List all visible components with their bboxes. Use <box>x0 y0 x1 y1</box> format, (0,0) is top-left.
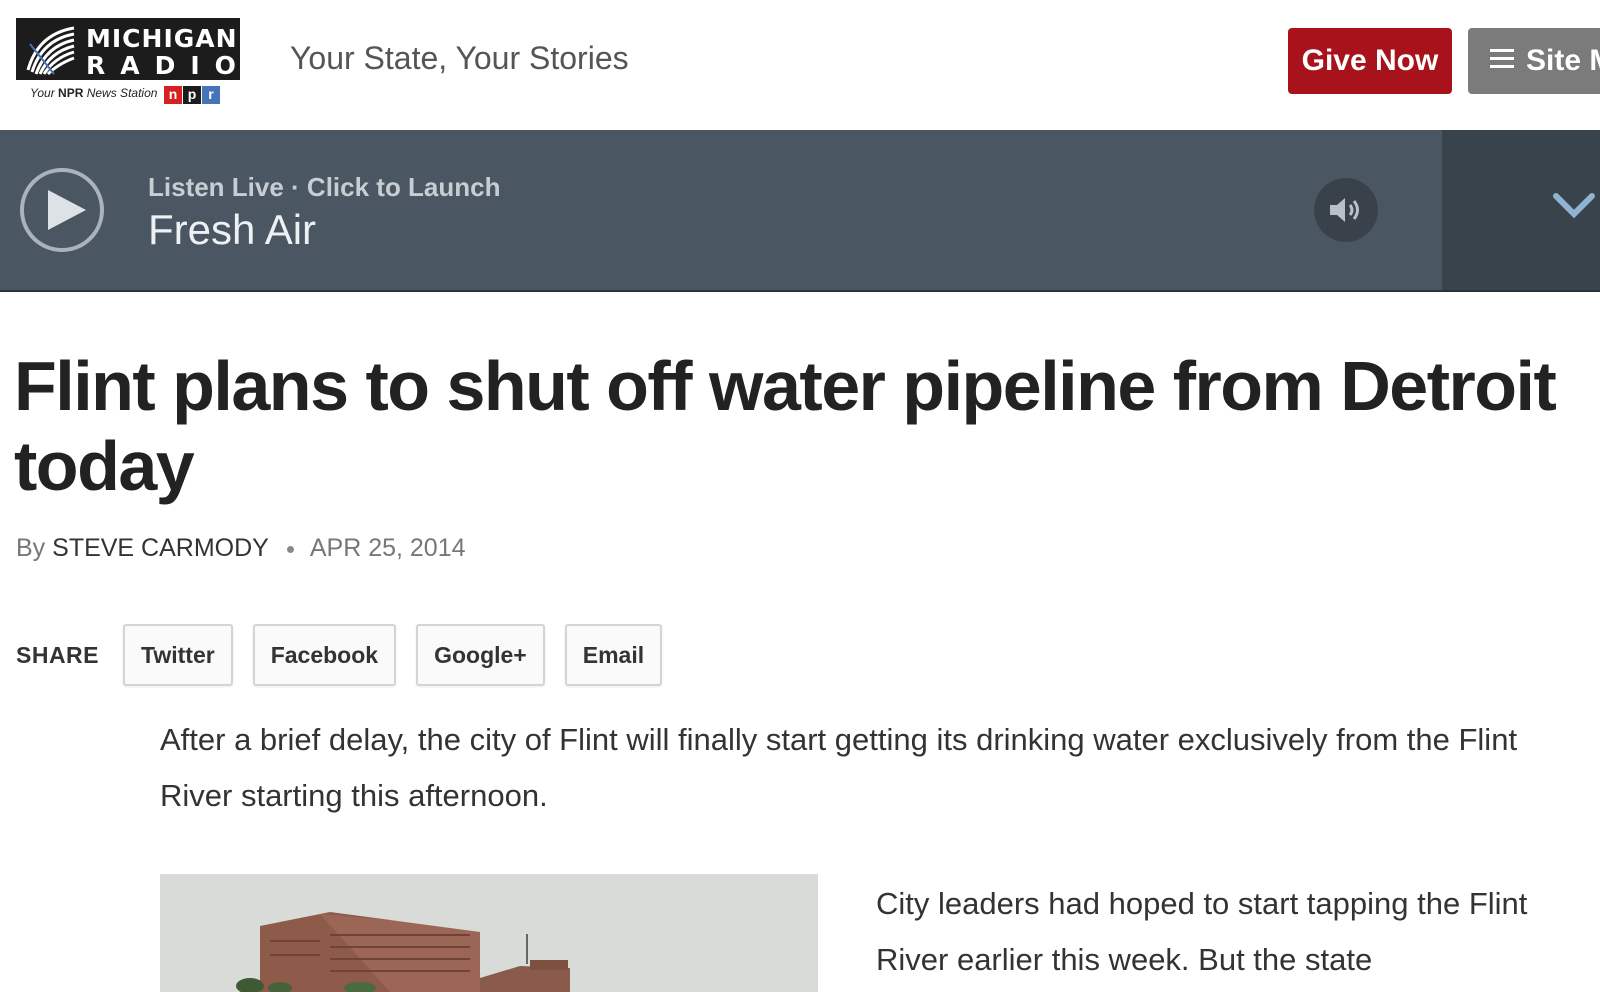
share-bar: SHARE Twitter Facebook Google+ Email <box>16 624 682 686</box>
share-googleplus-button[interactable]: Google+ <box>416 624 545 686</box>
byline: By STEVE CARMODY APR 25, 2014 <box>16 534 466 563</box>
share-email-button[interactable]: Email <box>564 624 663 686</box>
hamburger-menu-icon <box>1490 49 1516 69</box>
logo-emblem-icon <box>24 24 78 76</box>
chevron-down-icon <box>1553 193 1595 219</box>
give-now-button[interactable]: Give Now <box>1288 28 1452 94</box>
listen-live-label[interactable]: Listen Live · Click to Launch <box>148 172 501 203</box>
speaker-icon <box>1330 198 1359 222</box>
volume-button[interactable] <box>1314 178 1378 242</box>
program-name[interactable]: Fresh Air <box>148 206 316 254</box>
article-date: APR 25, 2014 <box>309 534 466 562</box>
live-player-bar[interactable]: Listen Live · Click to Launch Fresh Air <box>0 130 1600 292</box>
michigan-radio-logo[interactable]: MICHIGAN RADIO Your NPR News Station n p… <box>16 18 240 106</box>
article-photo[interactable] <box>160 874 818 992</box>
article-lede: After a brief delay, the city of Flint w… <box>160 722 1518 813</box>
logo-box: MICHIGAN RADIO <box>16 18 240 80</box>
byline-prefix: By <box>16 534 46 562</box>
site-menu-button[interactable]: Site M <box>1468 28 1600 94</box>
logo-tagline-suffix: News Station <box>86 86 158 100</box>
site-menu-label: Site M <box>1526 44 1600 77</box>
play-icon <box>48 190 86 230</box>
photo-buildings-image <box>160 874 818 992</box>
byline-separator <box>286 545 294 553</box>
npr-letter-p: p <box>183 86 201 104</box>
article-body-paragraph: City leaders had hoped to start tapping … <box>876 886 1528 977</box>
share-twitter-button[interactable]: Twitter <box>123 624 233 686</box>
share-facebook-button[interactable]: Facebook <box>252 624 397 686</box>
npr-logo: n p r <box>164 86 221 104</box>
logo-line-2: RADIO <box>86 51 251 80</box>
share-label: SHARE <box>16 641 100 668</box>
npr-letter-r: r <box>202 86 220 104</box>
logo-tagline: Your NPR News Station <box>30 86 157 100</box>
logo-tagline-npr: NPR <box>58 86 84 100</box>
site-tagline: Your State, Your Stories <box>290 40 629 76</box>
site-header: MICHIGAN RADIO Your NPR News Station n p… <box>0 0 1600 130</box>
author-link[interactable]: STEVE CARMODY <box>52 534 269 562</box>
player-expand-panel[interactable] <box>1442 130 1600 290</box>
article-headline: Flint plans to shut off water pipeline f… <box>14 347 1557 505</box>
logo-line-1: MICHIGAN <box>86 24 238 53</box>
logo-tagline-prefix: Your <box>30 86 55 100</box>
play-button[interactable] <box>20 168 104 252</box>
npr-letter-n: n <box>164 86 182 104</box>
